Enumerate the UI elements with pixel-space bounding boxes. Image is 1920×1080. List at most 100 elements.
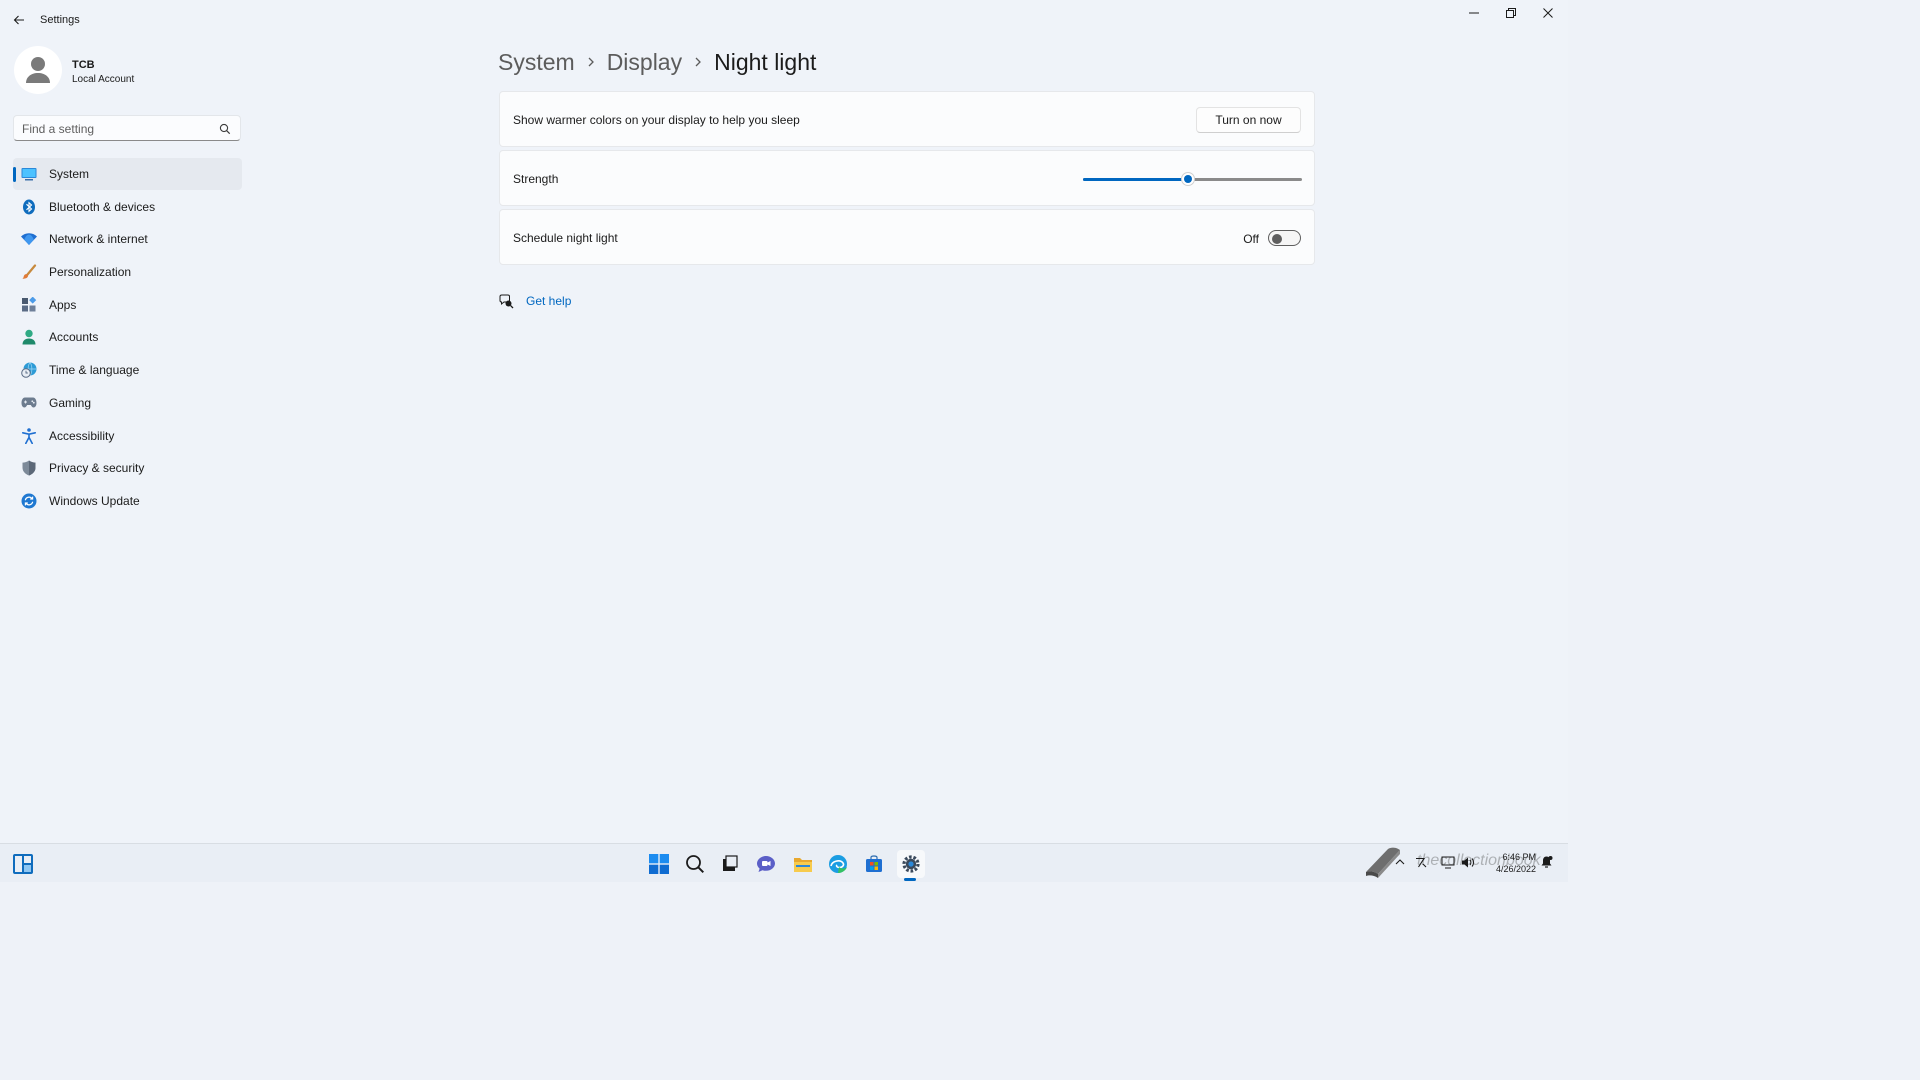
sidebar-item-network[interactable]: Network & internet	[13, 223, 242, 255]
sidebar-item-label: Personalization	[49, 265, 132, 280]
sidebar-item-label: System	[49, 167, 90, 181]
sidebar-item-gaming[interactable]: Gaming	[13, 387, 242, 419]
sidebar-item-accessibility[interactable]: Accessibility	[13, 420, 242, 452]
widgets-button[interactable]	[12, 853, 34, 875]
taskbar-search-button[interactable]	[683, 852, 707, 876]
accessibility-icon	[21, 427, 37, 444]
minimize-button[interactable]	[1459, 4, 1489, 22]
sidebar-item-accounts[interactable]: Accounts	[13, 321, 242, 353]
globe-clock-icon	[21, 362, 37, 378]
sidebar-item-windows-update[interactable]: Windows Update	[13, 485, 242, 517]
user-name: TCB	[72, 59, 95, 71]
get-help[interactable]: Get help	[498, 292, 571, 310]
file-explorer-button[interactable]	[791, 852, 815, 876]
sidebar-item-label: Accounts	[49, 330, 99, 345]
arrow-left-icon	[13, 15, 24, 25]
brush-icon	[21, 264, 37, 280]
schedule-card: Schedule night light Off	[499, 209, 1315, 265]
notification-bell-icon	[1541, 856, 1552, 868]
sidebar-item-bluetooth[interactable]: Bluetooth & devices	[13, 191, 242, 223]
restore-button[interactable]	[1496, 4, 1526, 22]
sidebar-item-privacy[interactable]: Privacy & security	[13, 452, 242, 484]
store-button[interactable]	[862, 852, 886, 876]
edge-icon	[829, 855, 847, 873]
sidebar-item-label: Network & internet	[49, 232, 148, 247]
sidebar-nav: System Bluetooth & devices Network & int…	[13, 158, 242, 518]
schedule-toggle[interactable]	[1268, 230, 1301, 246]
search-icon	[219, 123, 231, 135]
clock-time: 6:46 PM	[1502, 852, 1536, 862]
settings-icon	[902, 855, 920, 873]
sidebar-item-label: Privacy & security	[49, 461, 145, 476]
get-help-link[interactable]: Get help	[526, 294, 571, 308]
chevron-right-icon	[694, 56, 702, 68]
account-type: Local Account	[72, 74, 135, 85]
restore-icon	[1506, 8, 1516, 18]
back-button[interactable]	[10, 11, 28, 29]
strength-label: Strength	[513, 172, 559, 186]
search-input[interactable]	[22, 121, 212, 136]
strength-card: Strength	[499, 150, 1315, 206]
sidebar-item-label: Gaming	[49, 395, 92, 410]
sidebar-item-time-language[interactable]: Time & language	[13, 354, 242, 386]
title-bar: Settings	[0, 0, 1568, 40]
user-profile[interactable]: TCB Local Account	[14, 46, 244, 96]
wifi-icon	[21, 231, 37, 247]
breadcrumb: System Display Night light	[498, 44, 816, 80]
turn-on-now-button[interactable]: Turn on now	[1196, 107, 1301, 133]
breadcrumb-system[interactable]: System	[498, 49, 575, 76]
bluetooth-icon	[21, 199, 37, 215]
notifications-button[interactable]	[1538, 854, 1554, 870]
sidebar-item-label: Bluetooth & devices	[49, 199, 156, 214]
minimize-icon	[1469, 12, 1479, 14]
task-view-icon	[723, 855, 738, 871]
help-chat-icon	[498, 293, 514, 309]
start-button[interactable]	[647, 852, 671, 876]
chat-button[interactable]	[754, 852, 778, 876]
strength-slider[interactable]	[1083, 170, 1302, 188]
display-status-icon	[1441, 856, 1455, 868]
taskbar-clock[interactable]: 6:46 PM 4/26/2022	[1484, 851, 1536, 875]
sidebar-item-personalization[interactable]: Personalization	[13, 256, 242, 288]
chevron-up-icon	[1395, 859, 1405, 865]
taskbar: thecollectionbook 6:46 PM 4/26/2022	[0, 843, 1568, 882]
night-light-card: Show warmer colors on your display to he…	[499, 91, 1315, 147]
network-status-icon	[1416, 857, 1427, 868]
search-icon	[686, 855, 705, 874]
tray-display-button[interactable]	[1440, 854, 1456, 870]
slider-thumb[interactable]	[1181, 172, 1196, 186]
task-view-button[interactable]	[718, 852, 742, 876]
sidebar-item-label: Apps	[49, 297, 77, 312]
page-title: Night light	[714, 48, 817, 75]
sidebar-item-label: Windows Update	[49, 493, 140, 508]
speaker-icon	[1462, 857, 1474, 867]
show-hidden-icons-button[interactable]	[1392, 854, 1408, 870]
clock-date: 4/26/2022	[1495, 864, 1536, 874]
schedule-label: Schedule night light	[513, 231, 618, 245]
file-explorer-icon	[794, 857, 812, 872]
apps-icon	[21, 296, 37, 313]
tray-network-button[interactable]	[1414, 854, 1430, 870]
monitor-icon	[21, 166, 37, 182]
toggle-state-label: Off	[1243, 232, 1259, 246]
gamepad-icon	[21, 395, 37, 411]
breadcrumb-display[interactable]: Display	[607, 49, 682, 76]
settings-search[interactable]	[13, 115, 241, 141]
chat-icon	[757, 856, 775, 872]
user-silhouette-icon	[26, 57, 50, 83]
sidebar-item-system[interactable]: System	[13, 158, 242, 190]
tray-volume-button[interactable]	[1460, 854, 1476, 870]
slider-fill	[1083, 178, 1189, 181]
widgets-icon	[13, 854, 33, 874]
settings-taskbar-button[interactable]	[897, 850, 925, 878]
edge-button[interactable]	[826, 852, 850, 876]
active-app-indicator	[904, 878, 916, 881]
start-icon	[649, 854, 669, 874]
sidebar-item-apps[interactable]: Apps	[13, 289, 242, 321]
close-icon	[1543, 8, 1553, 18]
store-icon	[866, 855, 882, 872]
sidebar-item-label: Accessibility	[49, 428, 115, 443]
close-button[interactable]	[1533, 4, 1563, 22]
settings-window: Settings TCB Local Account Find a settin…	[0, 0, 1568, 843]
app-title: Settings	[40, 14, 80, 26]
